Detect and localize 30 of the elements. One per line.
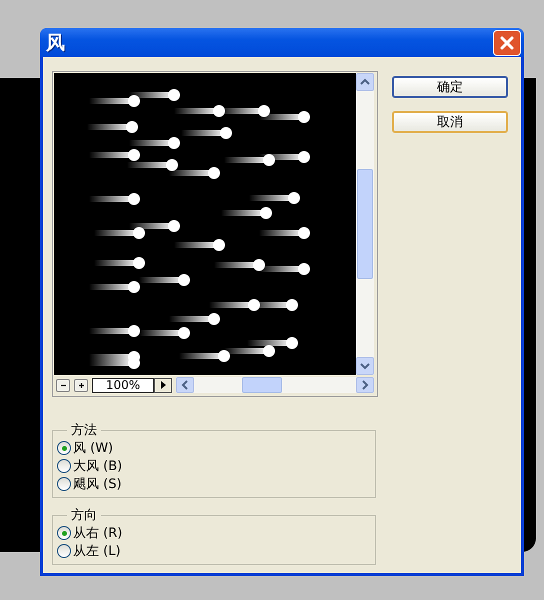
triangle-right-icon	[160, 381, 166, 389]
zoom-field[interactable]: 100%	[92, 378, 154, 392]
zoom-in-button[interactable]	[74, 378, 88, 392]
radio-button[interactable]	[57, 526, 71, 540]
option-label: 飓风 (S)	[73, 476, 122, 493]
group-title: 方向	[70, 507, 98, 524]
vertical-scrollbar[interactable]	[356, 73, 374, 375]
radio-button[interactable]	[57, 459, 71, 473]
radio-option[interactable]: 从左 (L)	[57, 542, 371, 560]
close-icon	[500, 36, 514, 50]
radio-button[interactable]	[57, 441, 71, 455]
cancel-button[interactable]: 取消	[392, 111, 508, 133]
radio-option[interactable]: 从右 (R)	[57, 524, 371, 542]
option-label: 从右 (R)	[73, 525, 122, 542]
close-button[interactable]	[493, 30, 521, 56]
zoom-out-button[interactable]	[56, 378, 70, 392]
radio-option[interactable]: 大风 (B)	[57, 457, 371, 475]
radio-button[interactable]	[57, 477, 71, 491]
radio-option[interactable]: 飓风 (S)	[57, 475, 371, 493]
zoom-menu-button[interactable]	[154, 378, 172, 392]
option-label: 风 (W)	[73, 440, 114, 457]
option-label: 从左 (L)	[73, 543, 121, 560]
window-title: 风	[46, 30, 65, 56]
horizontal-scrollbar[interactable]	[176, 377, 374, 393]
radio-option[interactable]: 风 (W)	[57, 439, 371, 457]
group-title: 方法	[70, 422, 98, 439]
radio-button[interactable]	[57, 544, 71, 558]
ok-button[interactable]: 确定	[392, 76, 508, 98]
option-label: 大风 (B)	[73, 458, 122, 475]
plus-icon	[78, 382, 84, 388]
